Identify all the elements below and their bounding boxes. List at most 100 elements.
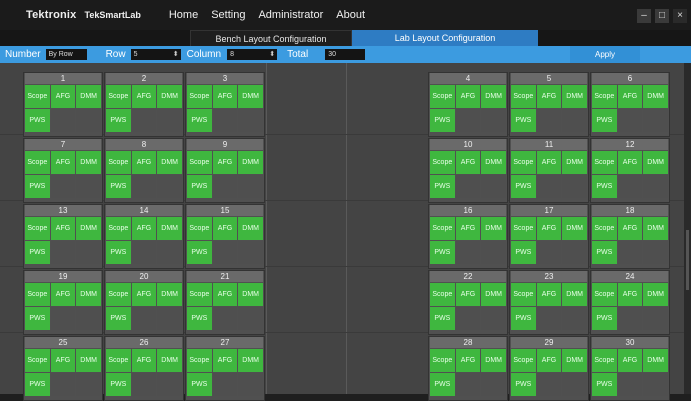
instrument-afg[interactable]: AFG [131, 217, 157, 240]
instrument-pws[interactable]: PWS [511, 175, 536, 198]
instrument-afg[interactable]: AFG [455, 85, 481, 108]
bench-tile[interactable]: 25 Scope AFG DMM PWS [23, 336, 103, 401]
empty-slot[interactable] [481, 373, 506, 396]
menu-administrator[interactable]: Administrator [258, 9, 323, 21]
instrument-dmm[interactable]: DMM [481, 151, 506, 174]
instrument-scope[interactable]: Scope [187, 283, 212, 306]
bench-tile[interactable]: 30 Scope AFG DMM PWS [590, 336, 670, 401]
instrument-pws[interactable]: PWS [511, 241, 536, 264]
instrument-afg[interactable]: AFG [50, 283, 76, 306]
instrument-pws[interactable]: PWS [430, 373, 455, 396]
instrument-afg[interactable]: AFG [617, 151, 643, 174]
empty-slot[interactable] [212, 307, 238, 330]
instrument-afg[interactable]: AFG [455, 283, 481, 306]
bench-tile[interactable]: 23 Scope AFG DMM PWS [509, 270, 589, 335]
instrument-scope[interactable]: Scope [430, 85, 455, 108]
instrument-pws[interactable]: PWS [106, 241, 131, 264]
instrument-pws[interactable]: PWS [187, 373, 212, 396]
empty-slot[interactable] [50, 307, 76, 330]
empty-slot[interactable] [131, 307, 157, 330]
instrument-scope[interactable]: Scope [106, 217, 131, 240]
bench-tile[interactable]: 26 Scope AFG DMM PWS [104, 336, 184, 401]
empty-slot[interactable] [212, 241, 238, 264]
instrument-dmm[interactable]: DMM [562, 349, 587, 372]
empty-slot[interactable] [643, 175, 668, 198]
instrument-dmm[interactable]: DMM [238, 85, 263, 108]
instrument-scope[interactable]: Scope [430, 283, 455, 306]
instrument-pws[interactable]: PWS [430, 175, 455, 198]
instrument-pws[interactable]: PWS [25, 307, 50, 330]
empty-slot[interactable] [131, 109, 157, 132]
empty-slot[interactable] [212, 109, 238, 132]
instrument-scope[interactable]: Scope [106, 349, 131, 372]
instrument-pws[interactable]: PWS [592, 241, 617, 264]
instrument-dmm[interactable]: DMM [76, 349, 101, 372]
instrument-pws[interactable]: PWS [25, 241, 50, 264]
instrument-afg[interactable]: AFG [50, 85, 76, 108]
empty-slot[interactable] [536, 241, 562, 264]
instrument-afg[interactable]: AFG [617, 283, 643, 306]
bench-tile[interactable]: 5 Scope AFG DMM PWS [509, 72, 589, 137]
empty-slot[interactable] [643, 373, 668, 396]
bench-tile[interactable]: 15 Scope AFG DMM PWS [185, 204, 265, 269]
instrument-afg[interactable]: AFG [50, 151, 76, 174]
empty-slot[interactable] [76, 175, 101, 198]
instrument-scope[interactable]: Scope [106, 85, 131, 108]
instrument-pws[interactable]: PWS [25, 109, 50, 132]
bench-tile[interactable]: 4 Scope AFG DMM PWS [428, 72, 508, 137]
instrument-scope[interactable]: Scope [592, 283, 617, 306]
empty-slot[interactable] [455, 109, 481, 132]
instrument-dmm[interactable]: DMM [238, 151, 263, 174]
menu-setting[interactable]: Setting [211, 9, 245, 21]
minimize-button[interactable]: – [637, 9, 651, 23]
instrument-dmm[interactable]: DMM [157, 85, 182, 108]
empty-slot[interactable] [536, 109, 562, 132]
instrument-pws[interactable]: PWS [187, 307, 212, 330]
empty-slot[interactable] [238, 373, 263, 396]
instrument-dmm[interactable]: DMM [157, 217, 182, 240]
menu-about[interactable]: About [336, 9, 365, 21]
instrument-pws[interactable]: PWS [106, 307, 131, 330]
number-order-select[interactable]: By Row [45, 49, 94, 60]
instrument-scope[interactable]: Scope [430, 217, 455, 240]
instrument-dmm[interactable]: DMM [76, 151, 101, 174]
maximize-button[interactable]: □ [655, 9, 669, 23]
instrument-afg[interactable]: AFG [131, 151, 157, 174]
instrument-afg[interactable]: AFG [131, 349, 157, 372]
empty-slot[interactable] [455, 373, 481, 396]
instrument-scope[interactable]: Scope [25, 85, 50, 108]
instrument-afg[interactable]: AFG [617, 85, 643, 108]
empty-slot[interactable] [562, 307, 587, 330]
instrument-dmm[interactable]: DMM [238, 283, 263, 306]
empty-slot[interactable] [238, 175, 263, 198]
instrument-afg[interactable]: AFG [536, 151, 562, 174]
instrument-dmm[interactable]: DMM [76, 85, 101, 108]
instrument-pws[interactable]: PWS [592, 175, 617, 198]
instrument-dmm[interactable]: DMM [643, 151, 668, 174]
empty-slot[interactable] [536, 175, 562, 198]
bench-tile[interactable]: 8 Scope AFG DMM PWS [104, 138, 184, 203]
empty-slot[interactable] [617, 175, 643, 198]
instrument-dmm[interactable]: DMM [157, 349, 182, 372]
instrument-afg[interactable]: AFG [536, 217, 562, 240]
menu-home[interactable]: Home [169, 9, 198, 21]
instrument-afg[interactable]: AFG [455, 151, 481, 174]
bench-tile[interactable]: 10 Scope AFG DMM PWS [428, 138, 508, 203]
empty-slot[interactable] [76, 241, 101, 264]
empty-slot[interactable] [157, 109, 182, 132]
bench-tile[interactable]: 6 Scope AFG DMM PWS [590, 72, 670, 137]
bench-tile[interactable]: 22 Scope AFG DMM PWS [428, 270, 508, 335]
instrument-pws[interactable]: PWS [430, 241, 455, 264]
empty-slot[interactable] [157, 373, 182, 396]
instrument-dmm[interactable]: DMM [157, 151, 182, 174]
empty-slot[interactable] [536, 373, 562, 396]
instrument-afg[interactable]: AFG [131, 85, 157, 108]
bench-tile[interactable]: 17 Scope AFG DMM PWS [509, 204, 589, 269]
instrument-scope[interactable]: Scope [511, 349, 536, 372]
empty-slot[interactable] [157, 307, 182, 330]
instrument-dmm[interactable]: DMM [76, 283, 101, 306]
empty-slot[interactable] [131, 373, 157, 396]
instrument-pws[interactable]: PWS [106, 373, 131, 396]
empty-slot[interactable] [157, 175, 182, 198]
instrument-dmm[interactable]: DMM [643, 283, 668, 306]
